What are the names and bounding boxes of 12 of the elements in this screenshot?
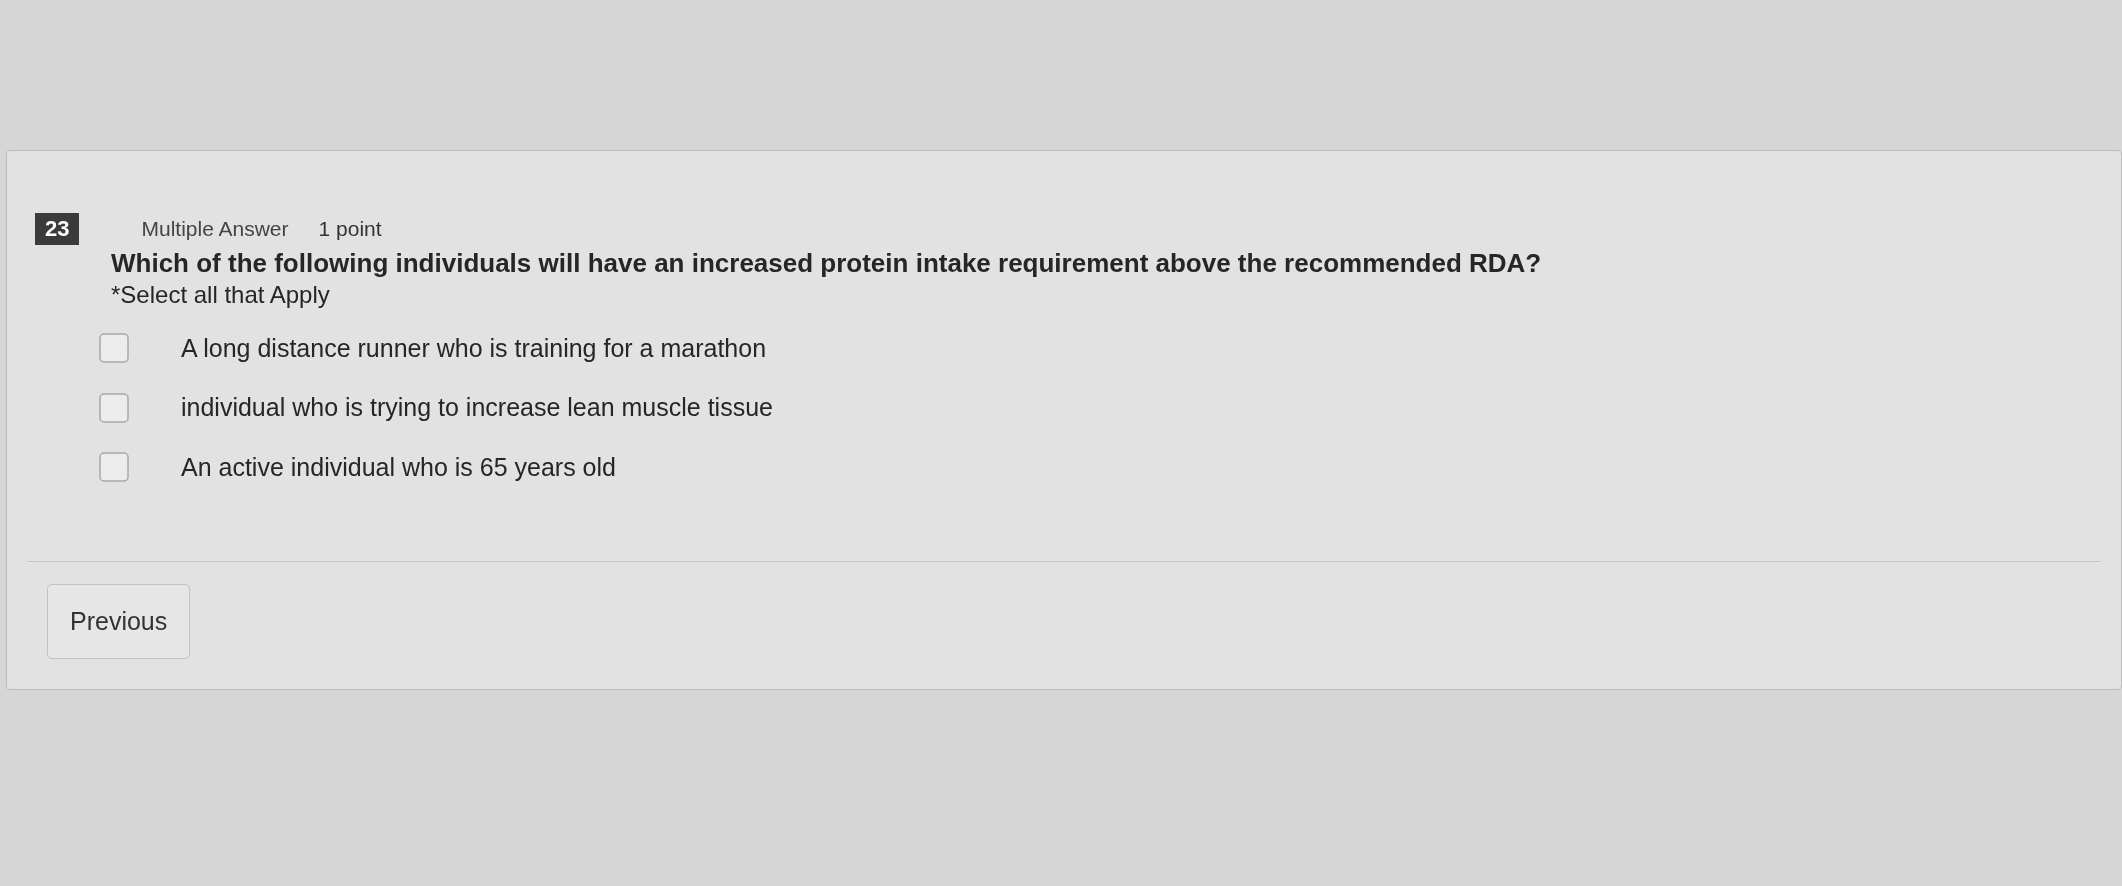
question-number: 23 <box>35 213 80 245</box>
question-instruction: *Select all that Apply <box>111 279 330 310</box>
question-text: Which of the following individuals will have an increased protein intake requirement above the recommended RDA? <box>111 247 1542 280</box>
previous-button[interactable]: Previous <box>47 583 191 659</box>
question-type: Multiple Answer <box>141 216 289 243</box>
question-points: 1 point <box>318 216 382 243</box>
checkbox[interactable] <box>99 392 129 423</box>
option-label: A long distance runner who is training for a marathon <box>181 332 767 364</box>
option-label: An active individual who is 65 years old <box>181 451 616 483</box>
option-label: individual who is trying to increase lean muscle tissue <box>181 392 773 423</box>
checkbox[interactable] <box>99 452 129 483</box>
checkbox[interactable] <box>99 333 129 364</box>
